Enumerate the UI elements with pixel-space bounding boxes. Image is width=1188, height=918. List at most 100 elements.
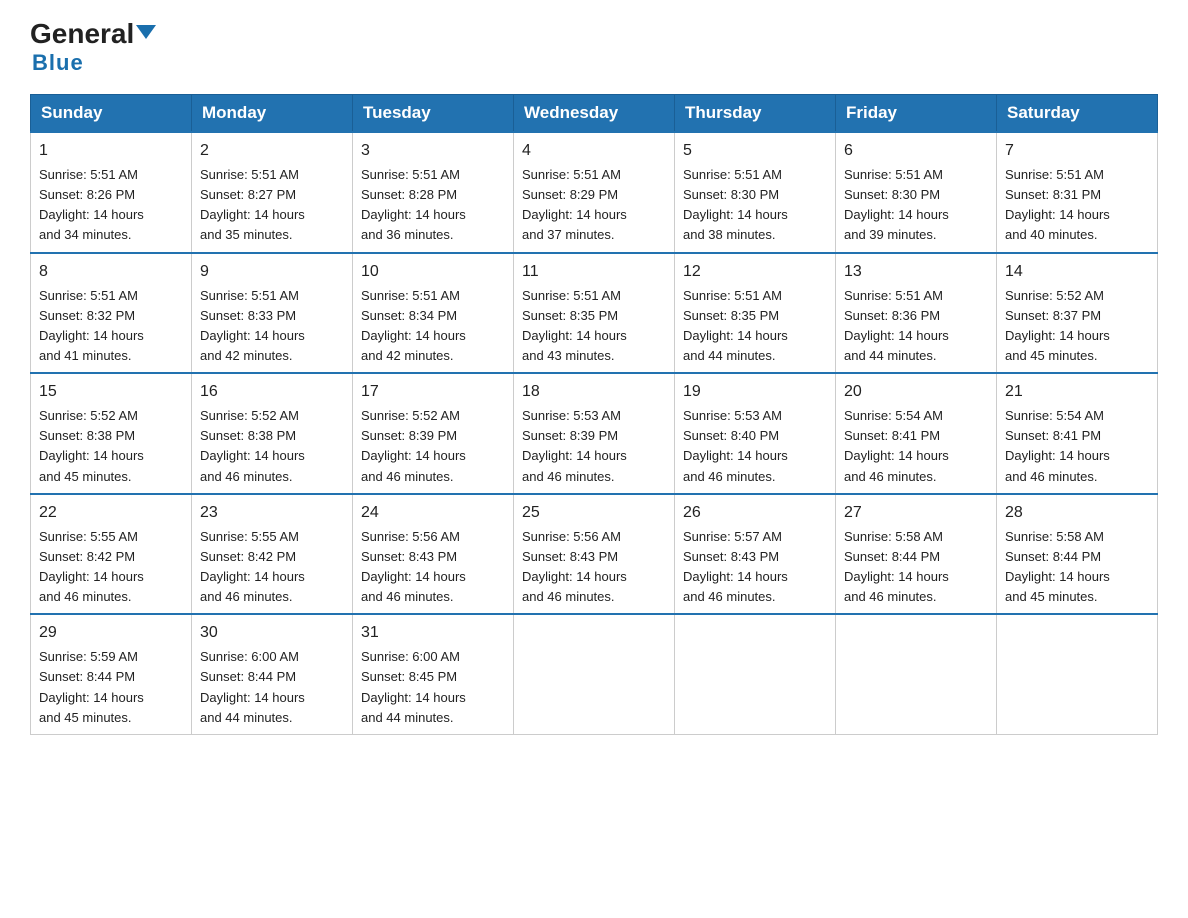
day-number: 17 [361,380,505,404]
calendar-cell [836,614,997,734]
day-info: Sunrise: 5:51 AMSunset: 8:30 PMDaylight:… [683,165,827,246]
calendar-cell: 12Sunrise: 5:51 AMSunset: 8:35 PMDayligh… [675,253,836,374]
day-info: Sunrise: 6:00 AMSunset: 8:45 PMDaylight:… [361,647,505,728]
calendar-table: SundayMondayTuesdayWednesdayThursdayFrid… [30,94,1158,735]
day-info: Sunrise: 5:56 AMSunset: 8:43 PMDaylight:… [522,527,666,608]
day-number: 15 [39,380,183,404]
week-row-1: 1Sunrise: 5:51 AMSunset: 8:26 PMDaylight… [31,132,1158,253]
day-number: 9 [200,260,344,284]
logo: General Blue [30,20,156,76]
calendar-cell: 31Sunrise: 6:00 AMSunset: 8:45 PMDayligh… [353,614,514,734]
calendar-cell: 27Sunrise: 5:58 AMSunset: 8:44 PMDayligh… [836,494,997,615]
day-info: Sunrise: 5:57 AMSunset: 8:43 PMDaylight:… [683,527,827,608]
calendar-cell: 15Sunrise: 5:52 AMSunset: 8:38 PMDayligh… [31,373,192,494]
day-info: Sunrise: 5:54 AMSunset: 8:41 PMDaylight:… [844,406,988,487]
day-number: 22 [39,501,183,525]
logo-name: General [30,20,156,48]
day-number: 10 [361,260,505,284]
day-info: Sunrise: 5:51 AMSunset: 8:35 PMDaylight:… [522,286,666,367]
day-info: Sunrise: 5:52 AMSunset: 8:39 PMDaylight:… [361,406,505,487]
day-info: Sunrise: 5:51 AMSunset: 8:33 PMDaylight:… [200,286,344,367]
logo-blue: Blue [32,50,84,76]
calendar-cell [514,614,675,734]
day-number: 2 [200,139,344,163]
day-info: Sunrise: 5:51 AMSunset: 8:27 PMDaylight:… [200,165,344,246]
calendar-cell: 3Sunrise: 5:51 AMSunset: 8:28 PMDaylight… [353,132,514,253]
week-row-5: 29Sunrise: 5:59 AMSunset: 8:44 PMDayligh… [31,614,1158,734]
day-info: Sunrise: 5:51 AMSunset: 8:26 PMDaylight:… [39,165,183,246]
day-info: Sunrise: 5:51 AMSunset: 8:32 PMDaylight:… [39,286,183,367]
day-number: 29 [39,621,183,645]
header-saturday: Saturday [997,95,1158,133]
calendar-cell: 2Sunrise: 5:51 AMSunset: 8:27 PMDaylight… [192,132,353,253]
day-info: Sunrise: 5:51 AMSunset: 8:36 PMDaylight:… [844,286,988,367]
calendar-cell: 1Sunrise: 5:51 AMSunset: 8:26 PMDaylight… [31,132,192,253]
day-number: 24 [361,501,505,525]
day-info: Sunrise: 5:51 AMSunset: 8:29 PMDaylight:… [522,165,666,246]
calendar-cell: 16Sunrise: 5:52 AMSunset: 8:38 PMDayligh… [192,373,353,494]
header-sunday: Sunday [31,95,192,133]
page-header: General Blue [30,20,1158,76]
calendar-cell: 26Sunrise: 5:57 AMSunset: 8:43 PMDayligh… [675,494,836,615]
day-info: Sunrise: 5:54 AMSunset: 8:41 PMDaylight:… [1005,406,1149,487]
day-number: 12 [683,260,827,284]
calendar-cell: 19Sunrise: 5:53 AMSunset: 8:40 PMDayligh… [675,373,836,494]
calendar-cell: 30Sunrise: 6:00 AMSunset: 8:44 PMDayligh… [192,614,353,734]
calendar-cell: 25Sunrise: 5:56 AMSunset: 8:43 PMDayligh… [514,494,675,615]
header-monday: Monday [192,95,353,133]
day-number: 1 [39,139,183,163]
calendar-cell: 22Sunrise: 5:55 AMSunset: 8:42 PMDayligh… [31,494,192,615]
calendar-cell: 17Sunrise: 5:52 AMSunset: 8:39 PMDayligh… [353,373,514,494]
day-number: 11 [522,260,666,284]
day-info: Sunrise: 5:55 AMSunset: 8:42 PMDaylight:… [39,527,183,608]
week-row-4: 22Sunrise: 5:55 AMSunset: 8:42 PMDayligh… [31,494,1158,615]
calendar-cell: 21Sunrise: 5:54 AMSunset: 8:41 PMDayligh… [997,373,1158,494]
day-number: 20 [844,380,988,404]
calendar-cell: 24Sunrise: 5:56 AMSunset: 8:43 PMDayligh… [353,494,514,615]
calendar-cell: 28Sunrise: 5:58 AMSunset: 8:44 PMDayligh… [997,494,1158,615]
header-friday: Friday [836,95,997,133]
day-info: Sunrise: 5:51 AMSunset: 8:35 PMDaylight:… [683,286,827,367]
day-info: Sunrise: 6:00 AMSunset: 8:44 PMDaylight:… [200,647,344,728]
calendar-cell: 8Sunrise: 5:51 AMSunset: 8:32 PMDaylight… [31,253,192,374]
day-info: Sunrise: 5:52 AMSunset: 8:38 PMDaylight:… [200,406,344,487]
day-number: 26 [683,501,827,525]
day-number: 27 [844,501,988,525]
day-number: 18 [522,380,666,404]
day-number: 7 [1005,139,1149,163]
day-number: 19 [683,380,827,404]
calendar-cell: 11Sunrise: 5:51 AMSunset: 8:35 PMDayligh… [514,253,675,374]
header-tuesday: Tuesday [353,95,514,133]
day-info: Sunrise: 5:53 AMSunset: 8:39 PMDaylight:… [522,406,666,487]
calendar-cell [997,614,1158,734]
logo-triangle-icon [136,25,156,39]
calendar-cell: 5Sunrise: 5:51 AMSunset: 8:30 PMDaylight… [675,132,836,253]
day-number: 5 [683,139,827,163]
calendar-header-row: SundayMondayTuesdayWednesdayThursdayFrid… [31,95,1158,133]
day-info: Sunrise: 5:59 AMSunset: 8:44 PMDaylight:… [39,647,183,728]
calendar-cell: 4Sunrise: 5:51 AMSunset: 8:29 PMDaylight… [514,132,675,253]
day-info: Sunrise: 5:51 AMSunset: 8:28 PMDaylight:… [361,165,505,246]
calendar-cell: 14Sunrise: 5:52 AMSunset: 8:37 PMDayligh… [997,253,1158,374]
day-number: 6 [844,139,988,163]
calendar-cell: 18Sunrise: 5:53 AMSunset: 8:39 PMDayligh… [514,373,675,494]
calendar-cell: 6Sunrise: 5:51 AMSunset: 8:30 PMDaylight… [836,132,997,253]
calendar-cell: 23Sunrise: 5:55 AMSunset: 8:42 PMDayligh… [192,494,353,615]
header-wednesday: Wednesday [514,95,675,133]
calendar-cell: 9Sunrise: 5:51 AMSunset: 8:33 PMDaylight… [192,253,353,374]
header-thursday: Thursday [675,95,836,133]
calendar-cell [675,614,836,734]
day-number: 23 [200,501,344,525]
day-info: Sunrise: 5:56 AMSunset: 8:43 PMDaylight:… [361,527,505,608]
day-info: Sunrise: 5:58 AMSunset: 8:44 PMDaylight:… [1005,527,1149,608]
calendar-cell: 7Sunrise: 5:51 AMSunset: 8:31 PMDaylight… [997,132,1158,253]
day-info: Sunrise: 5:52 AMSunset: 8:38 PMDaylight:… [39,406,183,487]
calendar-cell: 20Sunrise: 5:54 AMSunset: 8:41 PMDayligh… [836,373,997,494]
day-number: 30 [200,621,344,645]
day-info: Sunrise: 5:55 AMSunset: 8:42 PMDaylight:… [200,527,344,608]
day-number: 28 [1005,501,1149,525]
day-info: Sunrise: 5:58 AMSunset: 8:44 PMDaylight:… [844,527,988,608]
calendar-cell: 29Sunrise: 5:59 AMSunset: 8:44 PMDayligh… [31,614,192,734]
calendar-cell: 10Sunrise: 5:51 AMSunset: 8:34 PMDayligh… [353,253,514,374]
day-number: 8 [39,260,183,284]
